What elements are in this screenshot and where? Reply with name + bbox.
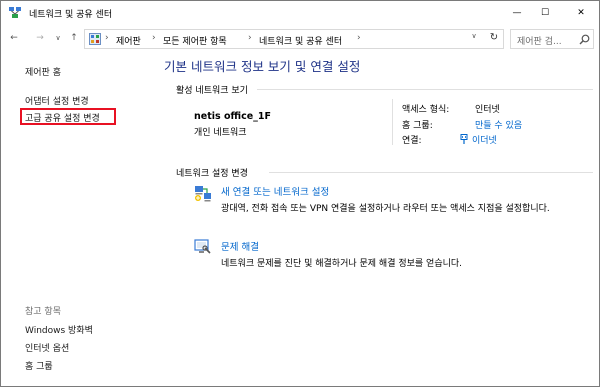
address-dropdown-button[interactable]: ∨	[468, 30, 480, 42]
homegroup-link[interactable]: 만들 수 있음	[475, 118, 522, 131]
new-connection-description: 광대역, 전화 접속 또는 VPN 연결을 설정하거나 라우터 또는 액세스 지…	[221, 204, 550, 214]
breadcrumb-separator: ›	[248, 33, 252, 43]
window-title: 네트워크 및 공유 센터	[29, 10, 113, 20]
breadcrumb-separator: ›	[152, 33, 156, 43]
sidebar-item-homegroup[interactable]: 홈 그룹	[25, 359, 53, 372]
page-title: 기본 네트워크 정보 보기 및 연결 설정	[164, 59, 361, 74]
vertical-divider	[392, 99, 393, 145]
close-button[interactable]: ✕	[567, 1, 595, 25]
new-connection-link[interactable]: 새 연결 또는 네트워크 설정	[221, 184, 329, 198]
ethernet-icon	[460, 134, 468, 144]
network-sharing-center-window: 네트워크 및 공유 센터 — ☐ ✕ ← → ∨ ↑ › 제어판 › 모든 제어…	[0, 0, 600, 387]
forward-button[interactable]: →	[33, 31, 47, 45]
highlight-rectangle	[20, 108, 116, 125]
troubleshoot-icon	[194, 238, 212, 256]
minimize-button[interactable]: —	[503, 1, 531, 25]
sidebar-item-windows-firewall[interactable]: Windows 방화벽	[25, 323, 93, 336]
up-button[interactable]: ↑	[67, 31, 81, 45]
search-box[interactable]: 제어판 검...	[510, 29, 594, 49]
sidebar-item-control-panel-home[interactable]: 제어판 홈	[25, 65, 61, 78]
connection-value: 이더넷	[460, 133, 497, 146]
breadcrumb-separator: ›	[105, 33, 109, 43]
back-button[interactable]: ←	[7, 31, 21, 45]
change-settings-heading: 네트워크 설정 변경	[176, 169, 248, 179]
maximize-button[interactable]: ☐	[531, 1, 559, 25]
network-type: 개인 네트워크	[194, 128, 247, 138]
breadcrumb-control-panel[interactable]: 제어판	[116, 34, 141, 47]
network-name: netis office_1F	[194, 111, 272, 122]
control-panel-icon	[89, 33, 101, 45]
breadcrumb-separator: ›	[357, 33, 361, 43]
title-bar: 네트워크 및 공유 센터 — ☐ ✕	[1, 1, 599, 25]
section-divider	[257, 89, 593, 90]
access-type-value: 인터넷	[475, 105, 500, 115]
troubleshoot-link[interactable]: 문제 해결	[221, 239, 259, 253]
homegroup-label: 홈 그룹:	[402, 121, 433, 131]
address-bar[interactable]: › 제어판 › 모든 제어판 항목 › 네트워크 및 공유 센터 ›	[84, 29, 504, 49]
network-center-icon	[8, 6, 22, 20]
sidebar-item-adapter-settings[interactable]: 어댑터 설정 변경	[25, 94, 89, 107]
section-divider	[269, 172, 593, 173]
ethernet-link[interactable]: 이더넷	[472, 136, 497, 146]
recent-locations-button[interactable]: ∨	[53, 31, 63, 45]
new-connection-icon	[194, 184, 212, 202]
see-also-heading: 참고 항목	[25, 307, 61, 317]
troubleshoot-description: 네트워크 문제를 진단 및 해결하거나 문제 해결 정보를 얻습니다.	[221, 259, 463, 269]
search-placeholder: 제어판 검...	[517, 37, 562, 47]
navigation-bar: ← → ∨ ↑ › 제어판 › 모든 제어판 항목 › 네트워크 및 공유 센터…	[1, 27, 599, 51]
refresh-button[interactable]: ↻	[486, 29, 502, 45]
sidebar-item-internet-options[interactable]: 인터넷 옵션	[25, 341, 69, 354]
breadcrumb-network-center[interactable]: 네트워크 및 공유 센터	[259, 34, 342, 47]
access-type-label: 액세스 형식:	[402, 105, 450, 115]
connection-label: 연결:	[402, 136, 422, 146]
breadcrumb-all-items[interactable]: 모든 제어판 항목	[163, 34, 227, 47]
active-networks-heading: 활성 네트워크 보기	[176, 86, 248, 96]
search-icon[interactable]	[579, 34, 590, 45]
